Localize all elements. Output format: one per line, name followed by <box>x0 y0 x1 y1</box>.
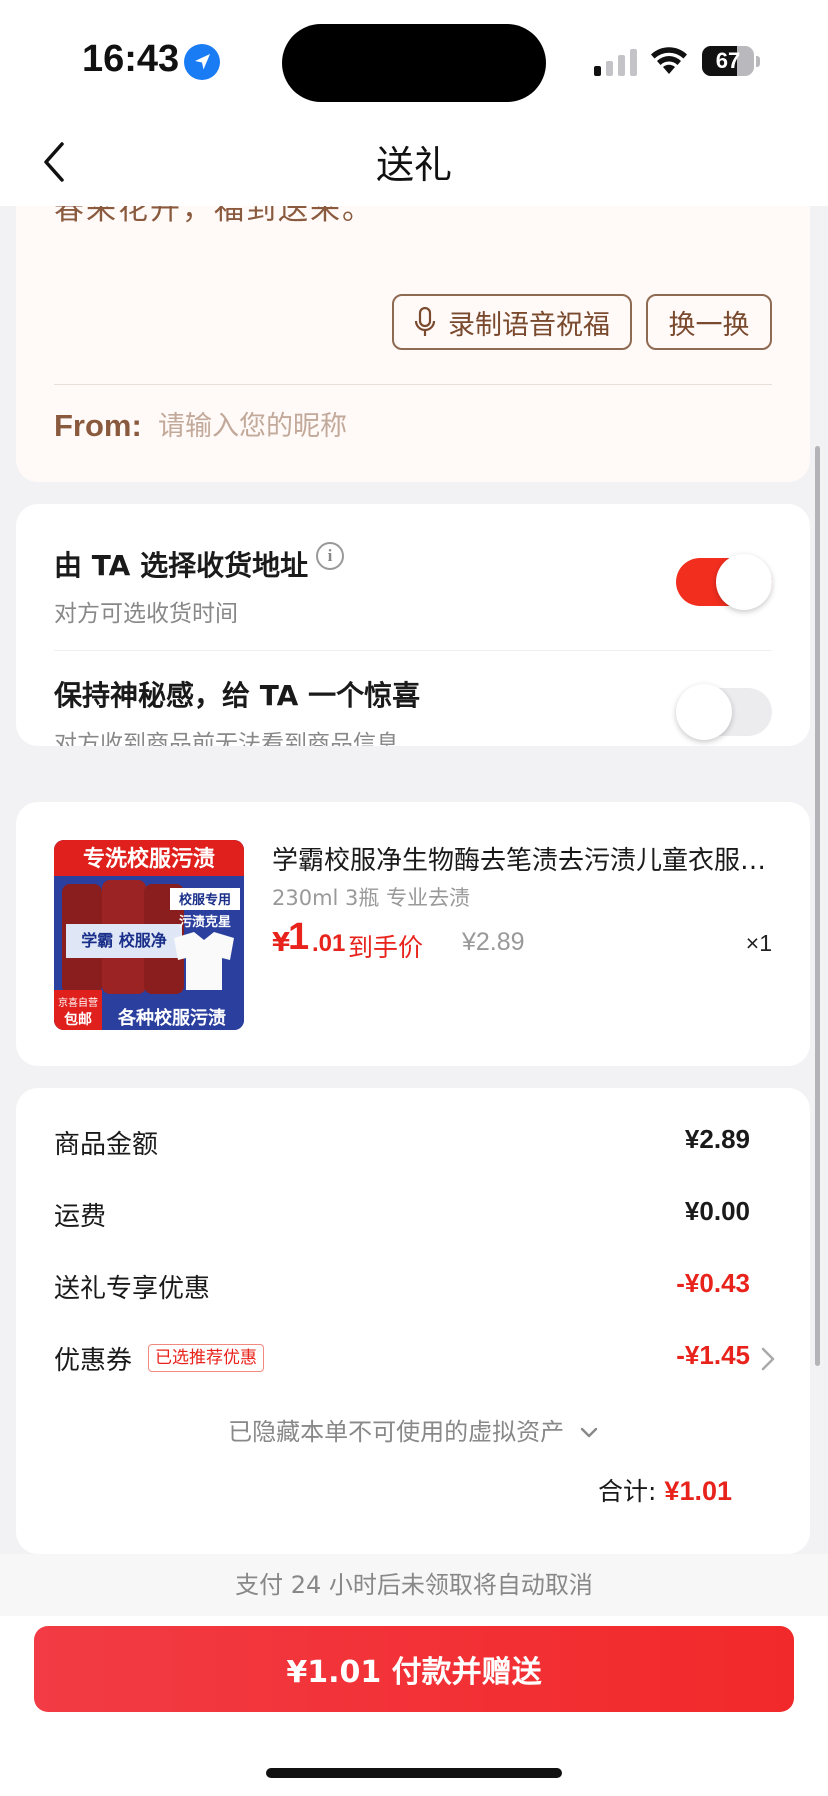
order-summary-card: 商品金额 ¥2.89 运费 ¥0.00 送礼专享优惠 -¥0.43 优惠券 已选… <box>16 1088 810 1554</box>
nav-bar: 送礼 <box>0 118 828 206</box>
greeting-message-text: 春来花开，福到送来。 <box>54 206 374 227</box>
toggle-knob <box>716 554 772 610</box>
price-decimal: .01 <box>312 930 346 957</box>
dynamic-island <box>282 24 546 102</box>
product-image-corner-badge: 京喜自营 <box>58 996 98 1009</box>
total-value: ¥1.01 <box>664 1476 732 1506</box>
wifi-icon <box>651 47 687 74</box>
total-label: 合计: <box>598 1477 657 1506</box>
price-tag: 到手价 <box>348 933 424 962</box>
chevron-down-icon <box>580 1427 598 1438</box>
toggle-knob <box>676 684 732 740</box>
summary-row-gift-discount: 送礼专享优惠 -¥0.43 <box>54 1268 750 1308</box>
product-price-row: ¥ 1 .01 到手价 ¥2.89 ×1 <box>272 916 772 966</box>
coupon-badge: 已选推荐优惠 <box>148 1344 264 1372</box>
price-integer: 1 <box>288 916 310 958</box>
pay-and-gift-button[interactable]: ¥1.01 付款并赠送 <box>34 1626 794 1712</box>
hidden-assets-toggle[interactable]: 已隐藏本单不可使用的虚拟资产 <box>16 1412 810 1447</box>
divider <box>54 384 772 385</box>
main-scroll[interactable]: 春来花开，福到送来。 录制语音祝福 换一换 From: 由 TA 选择收货地址 … <box>0 206 828 1554</box>
swap-message-button[interactable]: 换一换 <box>646 294 772 350</box>
chevron-left-icon <box>44 142 64 182</box>
home-indicator[interactable] <box>266 1768 562 1778</box>
cellular-signal-icon <box>594 49 637 76</box>
product-name[interactable]: 学霸校服净生物酶去笔渍去污渍儿童衣服专用洗衣液 <box>272 840 772 877</box>
original-price: ¥2.89 <box>462 928 525 956</box>
mystery-toggle[interactable] <box>676 684 772 740</box>
battery-icon: 67 <box>702 46 754 76</box>
auto-cancel-notice: 支付 24 小时后未领取将自动取消 <box>0 1554 828 1616</box>
summary-row-shipping: 运费 ¥0.00 <box>54 1196 750 1236</box>
gift-options-card: 由 TA 选择收货地址 i 对方可选收货时间 保持神秘感，给 TA 一个惊喜 对… <box>16 504 810 746</box>
product-card[interactable]: 专洗校服污渍 学霸 校服净 校服专用 污渍克星 京喜自营 包邮 各种校服污渍 学… <box>16 802 810 1066</box>
record-voice-button[interactable]: 录制语音祝福 <box>392 294 632 350</box>
summary-value: -¥1.45 <box>676 1340 750 1370</box>
summary-row-coupon[interactable]: 优惠券 已选推荐优惠 -¥1.45 <box>54 1340 750 1380</box>
product-image[interactable]: 专洗校服污渍 学霸 校服净 校服专用 污渍克星 京喜自营 包邮 各种校服污渍 <box>54 840 244 1030</box>
nickname-input[interactable] <box>158 402 758 450</box>
product-spec: 230ml 3瓶 专业去渍 <box>272 886 471 910</box>
from-label: From: <box>54 408 142 443</box>
record-voice-label: 录制语音祝福 <box>448 309 610 341</box>
summary-label: 优惠券 <box>54 1346 133 1376</box>
choose-address-subtitle: 对方可选收货时间 <box>54 601 238 627</box>
summary-value: ¥0.00 <box>684 1196 750 1226</box>
status-time: 16:43 <box>82 38 180 80</box>
scrollbar[interactable] <box>815 446 820 1366</box>
choose-address-toggle[interactable] <box>676 554 772 610</box>
bottom-bar: ¥1.01 付款并赠送 <box>0 1616 828 1796</box>
back-button[interactable] <box>36 136 76 188</box>
product-image-free-ship: 包邮 <box>64 1011 92 1028</box>
mystery-subtitle: 对方收到商品前无法看到商品信息 <box>54 731 399 746</box>
hidden-assets-label: 已隐藏本单不可使用的虚拟资产 <box>228 1418 565 1446</box>
location-arrow-icon <box>184 44 220 80</box>
summary-row-goods: 商品金额 ¥2.89 <box>54 1124 750 1164</box>
product-quantity: ×1 <box>745 930 772 956</box>
chevron-right-icon[interactable] <box>760 1346 776 1372</box>
summary-label: 运费 <box>54 1202 107 1232</box>
total-row: 合计: ¥1.01 <box>598 1472 732 1508</box>
product-image-side-tag2: 污渍克星 <box>179 914 231 930</box>
product-image-side-tag: 校服专用 <box>179 892 231 908</box>
product-image-bottle-label: 学霸 校服净 <box>81 931 167 950</box>
divider <box>54 650 772 651</box>
product-image-banner: 专洗校服污渍 <box>83 846 215 872</box>
info-icon[interactable]: i <box>316 542 344 570</box>
summary-label: 送礼专享优惠 <box>54 1274 211 1304</box>
greeting-card: 春来花开，福到送来。 录制语音祝福 换一换 From: <box>16 206 810 482</box>
battery-percent: 67 <box>715 48 741 73</box>
page-title: 送礼 <box>375 143 452 187</box>
product-image-bottom-text: 各种校服污渍 <box>117 1007 226 1029</box>
status-bar: 16:43 67 <box>0 0 828 118</box>
summary-value: -¥0.43 <box>676 1268 750 1298</box>
choose-address-title: 由 TA 选择收货地址 <box>54 549 309 582</box>
summary-value: ¥2.89 <box>684 1124 750 1154</box>
microphone-icon <box>414 307 436 336</box>
summary-label: 商品金额 <box>54 1130 159 1160</box>
battery-cap <box>756 56 760 67</box>
mystery-title: 保持神秘感，给 TA 一个惊喜 <box>54 679 421 712</box>
